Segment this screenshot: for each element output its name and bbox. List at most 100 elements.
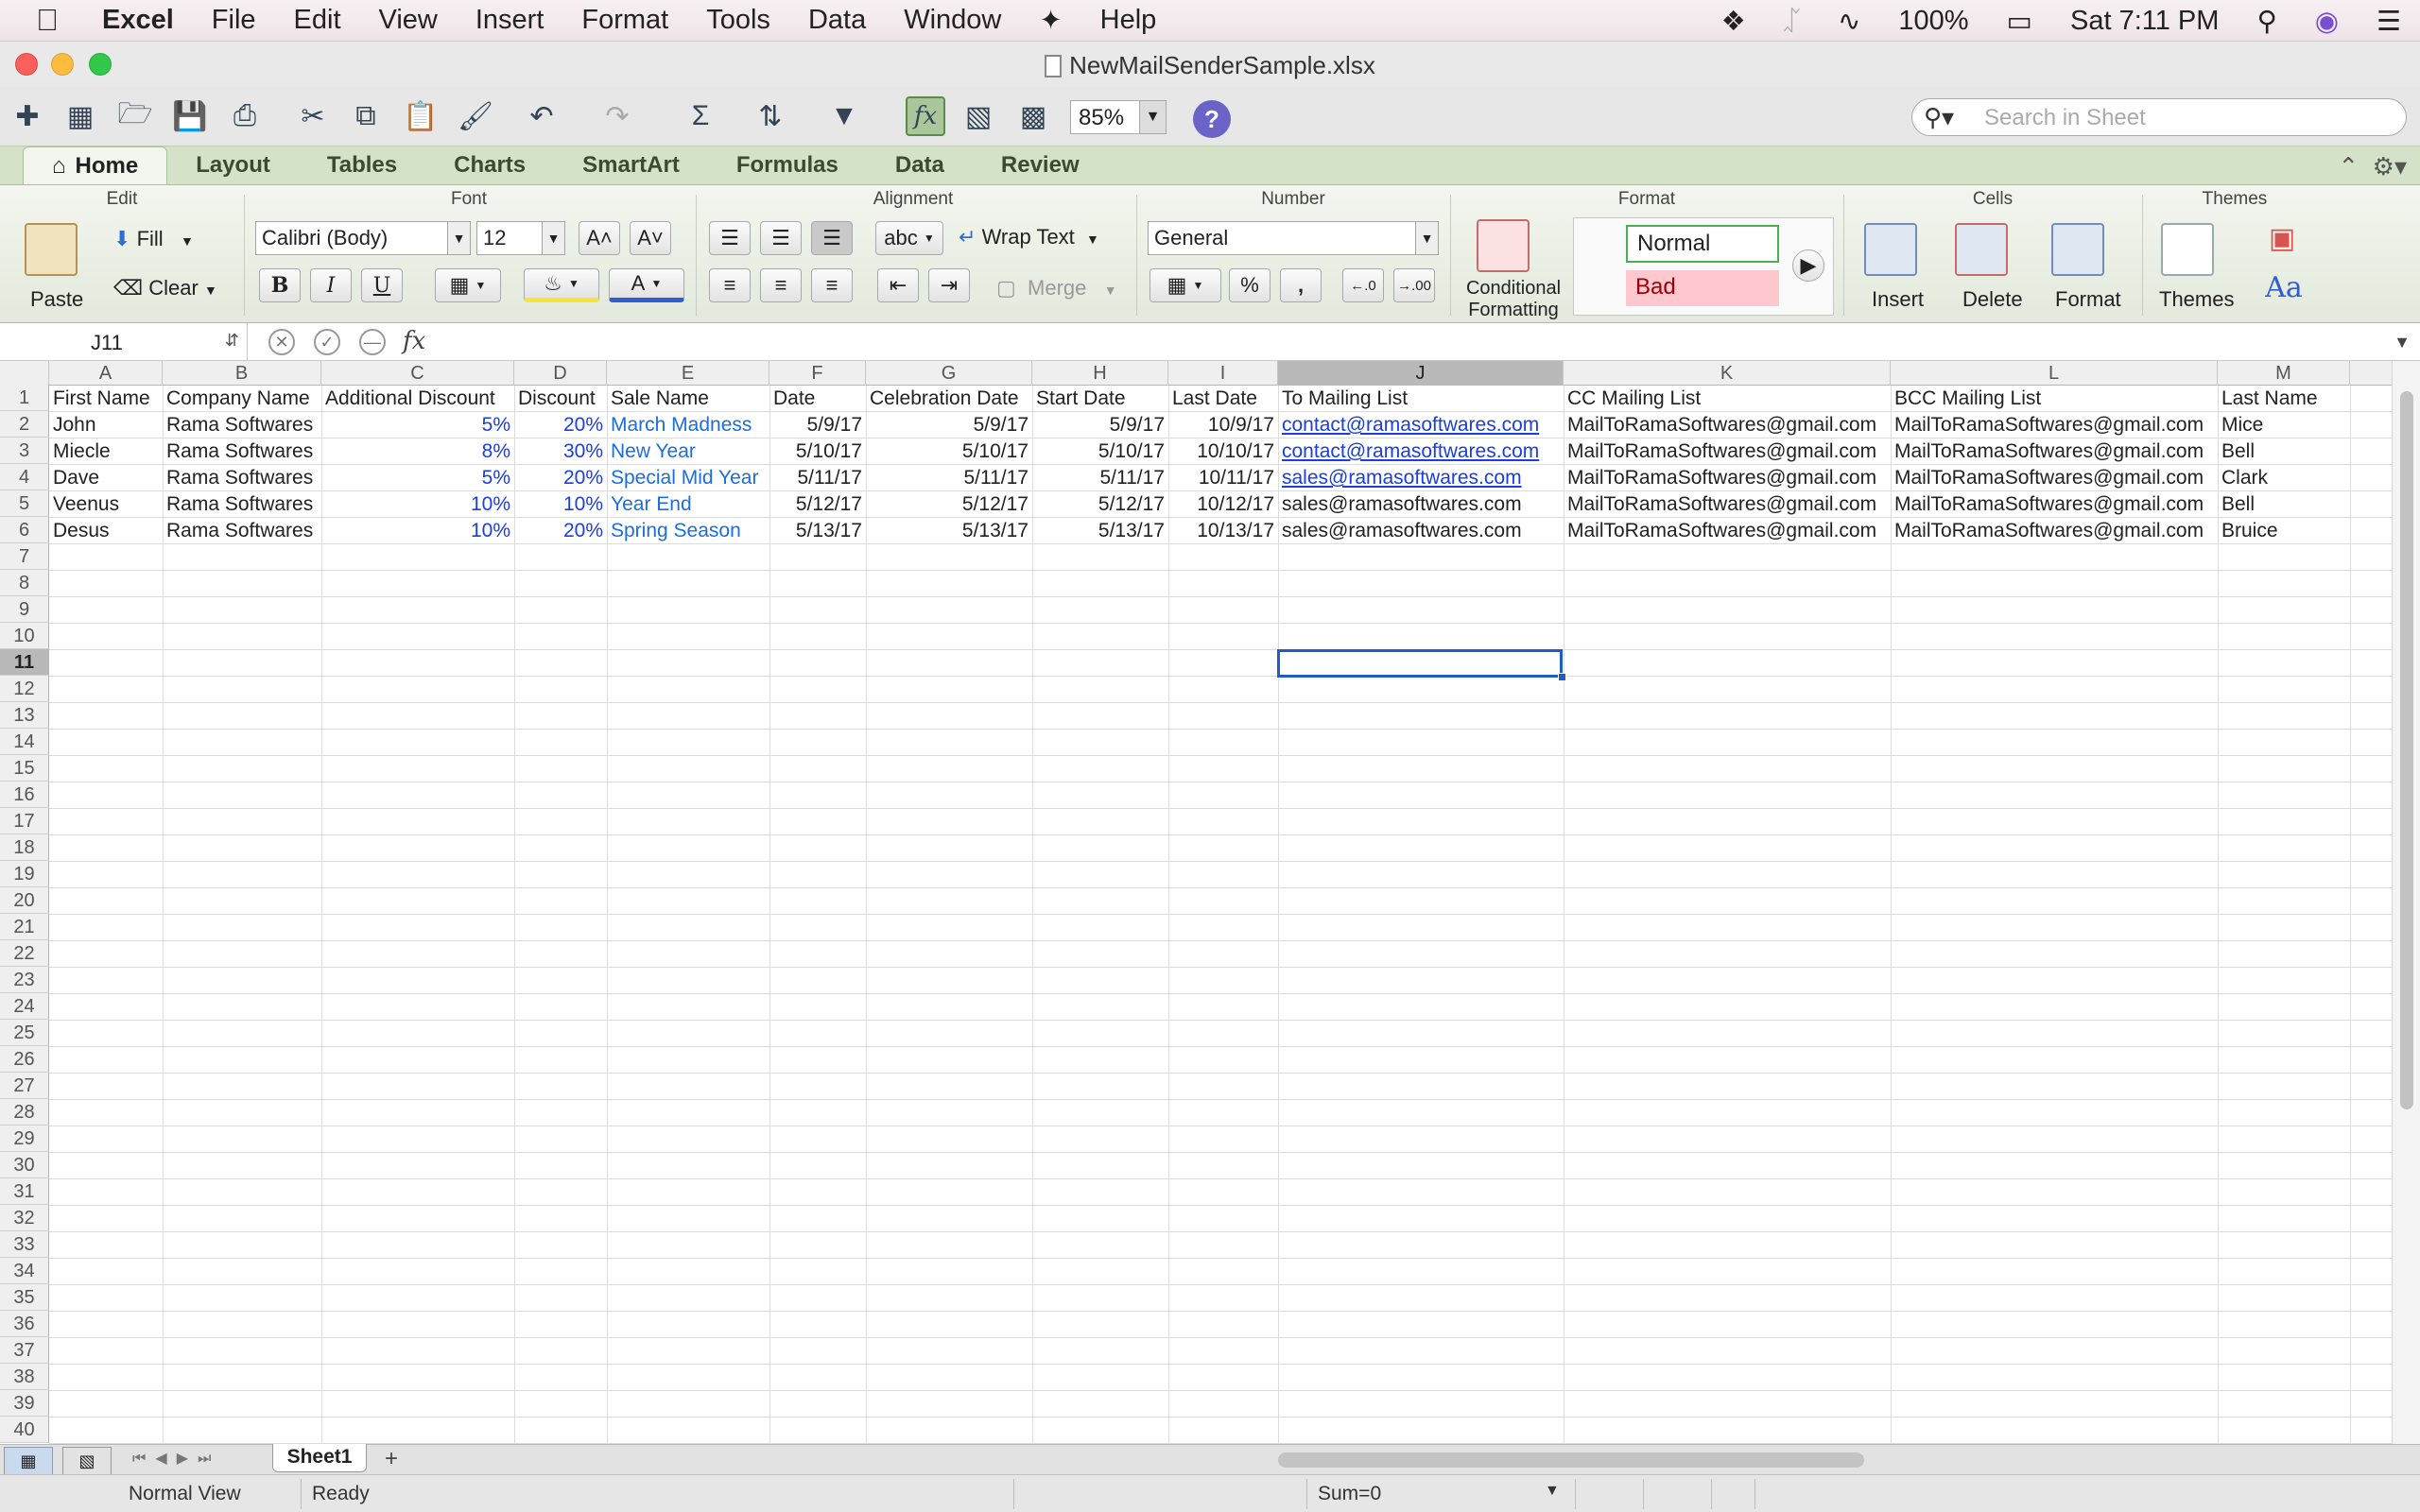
menu-edit[interactable]: Edit: [275, 5, 360, 36]
style-bad[interactable]: Bad: [1626, 270, 1779, 306]
chevron-down-icon[interactable]: ▼: [1086, 232, 1099, 247]
menu-view[interactable]: View: [360, 5, 457, 36]
conditional-formatting-icon[interactable]: [1477, 219, 1530, 272]
table-cell[interactable]: MailToRamaSoftwares@gmail.com: [1564, 491, 1891, 518]
row-header[interactable]: 7: [0, 543, 49, 570]
tab-home[interactable]: ⌂ Home: [23, 146, 168, 184]
bold-button[interactable]: B: [259, 268, 301, 302]
themes-button[interactable]: Themes: [2159, 287, 2234, 312]
styles-next-icon[interactable]: ▶: [1792, 249, 1824, 282]
selected-cell[interactable]: [1277, 649, 1563, 678]
open-icon[interactable]: 🗁: [115, 96, 155, 136]
table-cell[interactable]: 20%: [514, 518, 607, 544]
row-header[interactable]: 24: [0, 993, 49, 1020]
comma-button[interactable]: ,: [1280, 268, 1322, 302]
row-header[interactable]: 12: [0, 676, 49, 702]
row-header[interactable]: 2: [0, 411, 49, 438]
borders-button[interactable]: ▦ ▼: [435, 268, 501, 302]
table-cell[interactable]: MailToRamaSoftwares@gmail.com: [1564, 465, 1891, 491]
row-header[interactable]: 10: [0, 623, 49, 649]
number-format-select[interactable]: General ▼: [1148, 221, 1439, 255]
row-header[interactable]: 22: [0, 940, 49, 967]
media-browser-icon[interactable]: ▧: [959, 96, 998, 136]
column-header-k[interactable]: K: [1564, 361, 1891, 386]
table-cell[interactable]: Rama Softwares: [163, 465, 321, 491]
name-box[interactable]: J11 ⇵: [0, 323, 248, 361]
table-cell[interactable]: 10%: [514, 491, 607, 518]
table-cell[interactable]: New Year: [607, 438, 769, 465]
sum-display[interactable]: Sum=0: [1318, 1483, 1381, 1505]
script-menu-icon[interactable]: ✦: [1020, 4, 1080, 37]
cells-area[interactable]: First Name Company Name Additional Discoun…: [49, 386, 2392, 1444]
row-header[interactable]: 36: [0, 1311, 49, 1337]
table-cell[interactable]: 10/12/17: [1168, 491, 1278, 518]
horizontal-scroll-thumb[interactable]: [1278, 1452, 1864, 1468]
save-icon[interactable]: 💾: [170, 96, 210, 136]
toolbox-icon[interactable]: ▩: [1013, 96, 1053, 136]
align-bottom-button[interactable]: ☰: [811, 221, 853, 255]
spotlight-icon[interactable]: ⚲: [2238, 5, 2295, 38]
row-header[interactable]: 13: [0, 702, 49, 729]
sheet-navigation-arrows[interactable]: ⏮◀▶⏭: [132, 1449, 220, 1468]
table-cell[interactable]: Bell: [2218, 438, 2350, 465]
table-cell[interactable]: 10/13/17: [1168, 518, 1278, 544]
column-header-j[interactable]: J: [1278, 361, 1564, 386]
dropbox-icon[interactable]: ❖: [1703, 5, 1765, 38]
help-icon[interactable]: ?: [1193, 100, 1231, 138]
table-cell[interactable]: 5/12/17: [1032, 491, 1168, 518]
row-header[interactable]: 8: [0, 570, 49, 596]
header-cell[interactable]: Sale Name: [607, 386, 769, 412]
table-cell[interactable]: 5/12/17: [769, 491, 866, 518]
table-cell[interactable]: March Madness: [607, 412, 769, 438]
table-cell[interactable]: John: [49, 412, 163, 438]
row-header[interactable]: 20: [0, 887, 49, 914]
menu-window[interactable]: Window: [885, 5, 1020, 36]
font-color-button[interactable]: A ▼: [609, 268, 684, 302]
copy-icon[interactable]: ⧉: [346, 96, 386, 136]
row-header[interactable]: 9: [0, 596, 49, 623]
table-cell[interactable]: Bruice: [2218, 518, 2350, 544]
column-header-d[interactable]: D: [514, 361, 607, 386]
header-cell[interactable]: First Name: [49, 386, 163, 412]
zoom-select[interactable]: 85% ▼: [1070, 100, 1167, 134]
table-cell[interactable]: 8%: [321, 438, 514, 465]
row-header[interactable]: 39: [0, 1390, 49, 1417]
chevron-down-icon[interactable]: ▼: [1104, 283, 1117, 298]
row-header[interactable]: 19: [0, 861, 49, 887]
table-cell[interactable]: 5/9/17: [769, 412, 866, 438]
name-box-stepper-icon[interactable]: ⇵: [225, 331, 239, 351]
table-cell[interactable]: Rama Softwares: [163, 491, 321, 518]
row-header[interactable]: 37: [0, 1337, 49, 1364]
menu-tools[interactable]: Tools: [687, 5, 789, 36]
row-header[interactable]: 27: [0, 1073, 49, 1099]
decrease-decimal-button[interactable]: →.00: [1393, 268, 1435, 302]
clear-button[interactable]: ⌫ Clear ▼: [113, 276, 217, 301]
column-header-l[interactable]: L: [1891, 361, 2218, 386]
table-cell[interactable]: 10/9/17: [1168, 412, 1278, 438]
table-cell[interactable]: contact@ramasoftwares.com: [1278, 438, 1564, 465]
templates-icon[interactable]: ▦: [60, 96, 100, 136]
table-cell[interactable]: 5/9/17: [1032, 412, 1168, 438]
confirm-entry-icon[interactable]: ✓: [314, 329, 340, 355]
tab-formulas[interactable]: Formulas: [708, 146, 867, 184]
decrease-indent-button[interactable]: ⇤: [877, 268, 919, 302]
table-cell[interactable]: Rama Softwares: [163, 438, 321, 465]
menu-data[interactable]: Data: [789, 5, 885, 36]
chevron-down-icon[interactable]: ▼: [1415, 222, 1438, 254]
tab-data[interactable]: Data: [867, 146, 973, 184]
table-cell[interactable]: 5/12/17: [866, 491, 1032, 518]
wifi-icon[interactable]: ∿: [1819, 5, 1879, 38]
menu-format[interactable]: Format: [562, 5, 687, 36]
row-header[interactable]: 23: [0, 967, 49, 993]
table-cell[interactable]: 10%: [321, 518, 514, 544]
chevron-down-icon[interactable]: ▼: [204, 283, 217, 298]
notification-center-icon[interactable]: ☰: [2358, 5, 2420, 38]
collapse-ribbon-icon[interactable]: ⌃: [2338, 152, 2359, 180]
column-header-g[interactable]: G: [866, 361, 1032, 386]
table-cell[interactable]: 10%: [321, 491, 514, 518]
sort-icon[interactable]: ⇅: [751, 96, 790, 136]
header-cell[interactable]: Last Name: [2218, 386, 2350, 412]
new-workbook-icon[interactable]: ✚: [8, 96, 47, 136]
row-header[interactable]: 17: [0, 808, 49, 834]
table-cell[interactable]: Dave: [49, 465, 163, 491]
